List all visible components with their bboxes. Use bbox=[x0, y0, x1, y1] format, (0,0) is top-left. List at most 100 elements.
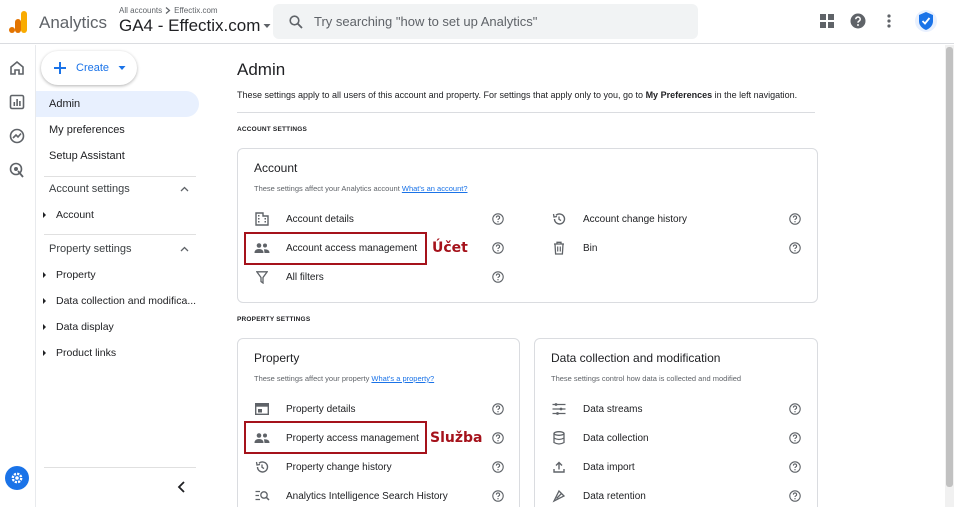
create-button-label: Create bbox=[76, 62, 110, 74]
chevron-right-icon bbox=[165, 7, 171, 14]
expand-arrow-icon bbox=[43, 272, 46, 278]
help-circle-icon[interactable] bbox=[492, 490, 504, 502]
account-card: Account These settings affect your Analy… bbox=[237, 148, 818, 303]
data-streams-row[interactable]: Data streams bbox=[535, 396, 785, 422]
nav-sub-account[interactable]: Account bbox=[36, 203, 201, 227]
data-import-row[interactable]: Data import bbox=[535, 454, 785, 480]
left-rail bbox=[0, 45, 36, 507]
search-input[interactable] bbox=[314, 14, 674, 29]
nav-sub-label: Product links bbox=[56, 347, 117, 359]
nav-item-setup-assistant[interactable]: Setup Assistant bbox=[36, 143, 199, 169]
row-label: Property access management bbox=[286, 432, 419, 444]
account-card-title: Account bbox=[254, 161, 298, 175]
expand-arrow-icon bbox=[43, 350, 46, 356]
data-collection-card-desc: These settings control how data is colle… bbox=[551, 374, 742, 383]
row-label: Account access management bbox=[286, 242, 418, 254]
help-circle-icon[interactable] bbox=[492, 271, 504, 283]
data-collection-card: Data collection and modification These s… bbox=[534, 338, 818, 507]
nav-sub-data-collection[interactable]: Data collection and modifica... bbox=[36, 289, 201, 313]
nav-sub-property[interactable]: Property bbox=[36, 263, 201, 287]
apps-grid-icon[interactable] bbox=[817, 11, 837, 31]
plus-icon bbox=[54, 62, 66, 74]
intro-text-end: in the left navigation. bbox=[712, 90, 798, 100]
whats-an-account-link[interactable]: What's an account? bbox=[402, 184, 468, 193]
reports-icon[interactable] bbox=[9, 94, 27, 112]
help-circle-icon[interactable] bbox=[492, 432, 504, 444]
scrollbar-thumb[interactable] bbox=[946, 47, 953, 487]
nav-sub-label: Account bbox=[56, 209, 94, 221]
avatar[interactable] bbox=[915, 10, 937, 32]
admin-gear-icon[interactable] bbox=[5, 466, 29, 490]
nav-sub-label: Data collection and modifica... bbox=[56, 295, 197, 307]
nav-divider bbox=[44, 467, 196, 468]
home-icon[interactable] bbox=[9, 60, 27, 78]
expand-arrow-icon bbox=[43, 324, 46, 330]
row-label: Data collection bbox=[583, 432, 649, 444]
whats-a-property-link[interactable]: What's a property? bbox=[371, 374, 434, 383]
all-filters-row[interactable]: All filters bbox=[238, 264, 508, 290]
help-circle-icon[interactable] bbox=[492, 403, 504, 415]
nav-group-label: Account settings bbox=[49, 183, 130, 195]
nav-item-my-preferences[interactable]: My preferences bbox=[36, 117, 199, 143]
manage-search-icon bbox=[254, 488, 270, 504]
top-actions bbox=[817, 10, 937, 32]
row-label: Account details bbox=[286, 213, 354, 225]
property-card-desc: These settings affect your property What… bbox=[254, 374, 434, 383]
help-circle-icon[interactable] bbox=[789, 403, 801, 415]
nav-item-admin[interactable]: Admin bbox=[36, 91, 199, 117]
search-bar[interactable] bbox=[273, 4, 698, 39]
app-name[interactable]: Analytics bbox=[39, 13, 107, 33]
history-icon bbox=[551, 211, 567, 227]
explore-icon[interactable] bbox=[9, 128, 27, 146]
analytics-logo-icon[interactable] bbox=[9, 11, 27, 33]
intro-text-bold: My Preferences bbox=[645, 90, 713, 100]
help-circle-icon[interactable] bbox=[492, 242, 504, 254]
chevron-up-icon bbox=[180, 246, 189, 252]
property-annotation-label: Služba bbox=[430, 430, 483, 446]
help-circle-icon[interactable] bbox=[789, 461, 801, 473]
search-history-row[interactable]: Analytics Intelligence Search History bbox=[238, 483, 488, 507]
nav-group-label: Property settings bbox=[49, 243, 132, 255]
database-icon bbox=[551, 430, 567, 446]
row-label: Data retention bbox=[583, 490, 646, 502]
help-circle-icon[interactable] bbox=[789, 242, 801, 254]
more-vert-icon[interactable] bbox=[879, 11, 899, 31]
bin-row[interactable]: Bin bbox=[535, 235, 795, 261]
property-card-desc-text: These settings affect your property bbox=[254, 374, 372, 383]
people-icon bbox=[254, 430, 270, 446]
row-label: Property change history bbox=[286, 461, 392, 473]
divider bbox=[237, 112, 815, 113]
nav-group-account-settings[interactable]: Account settings bbox=[36, 177, 199, 201]
property-change-history-row[interactable]: Property change history bbox=[238, 454, 488, 480]
top-bar: Analytics All accounts Effectix.com GA4 … bbox=[0, 0, 954, 44]
help-icon[interactable] bbox=[848, 11, 868, 31]
collapse-nav-chevron-left-icon[interactable] bbox=[175, 479, 189, 495]
upload-icon bbox=[551, 459, 567, 475]
account-details-row[interactable]: Account details bbox=[238, 206, 508, 232]
property-card: Property These settings affect your prop… bbox=[237, 338, 520, 507]
nav-sub-data-display[interactable]: Data display bbox=[36, 315, 201, 339]
nav-group-property-settings[interactable]: Property settings bbox=[36, 237, 199, 261]
property-dropdown[interactable]: GA4 - Effectix.com bbox=[119, 16, 272, 36]
help-circle-icon[interactable] bbox=[789, 213, 801, 225]
row-label: Account change history bbox=[583, 213, 687, 225]
help-circle-icon[interactable] bbox=[492, 213, 504, 225]
caret-down-icon bbox=[118, 66, 126, 70]
page-title: Admin bbox=[237, 60, 286, 79]
advertising-icon[interactable] bbox=[9, 162, 27, 180]
account-selector[interactable]: All accounts Effectix.com GA4 - Effectix… bbox=[119, 6, 272, 36]
help-circle-icon[interactable] bbox=[492, 461, 504, 473]
data-collection-row[interactable]: Data collection bbox=[535, 425, 785, 451]
account-change-history-row[interactable]: Account change history bbox=[535, 206, 795, 232]
account-card-desc: These settings affect your Analytics acc… bbox=[254, 184, 468, 193]
create-button[interactable]: Create bbox=[41, 51, 137, 85]
retention-icon bbox=[551, 488, 567, 504]
row-label: Data streams bbox=[583, 403, 643, 415]
row-label: Data import bbox=[583, 461, 635, 473]
intro-text: These settings apply to all users of thi… bbox=[237, 90, 797, 100]
property-details-row[interactable]: Property details bbox=[238, 396, 488, 422]
data-retention-row[interactable]: Data retention bbox=[535, 483, 785, 507]
help-circle-icon[interactable] bbox=[789, 490, 801, 502]
help-circle-icon[interactable] bbox=[789, 432, 801, 444]
nav-sub-product-links[interactable]: Product links bbox=[36, 341, 201, 365]
